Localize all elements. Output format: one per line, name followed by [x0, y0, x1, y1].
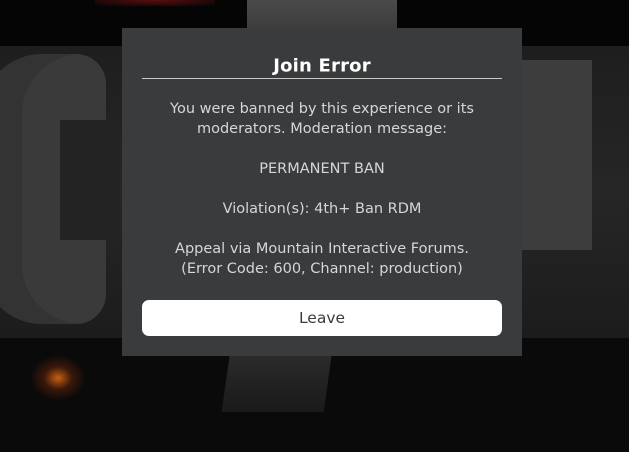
backdrop-sign-letter-cutout	[60, 120, 120, 240]
message-line-violations: Violation(s): 4th+ Ban RDM	[222, 201, 422, 217]
message-spacer	[142, 219, 502, 239]
title-divider	[142, 78, 502, 79]
backdrop-sign-letter-right	[522, 60, 592, 250]
message-line-appeal: Appeal via Mountain Interactive Forums.	[175, 241, 469, 257]
message-spacer	[142, 139, 502, 159]
backdrop-lamp-glow	[30, 355, 86, 401]
join-error-dialog: Join Error You were banned by this exper…	[122, 28, 522, 356]
dialog-title: Join Error	[273, 55, 371, 77]
message-line-error-code: (Error Code: 600, Channel: production)	[181, 261, 463, 277]
error-message: You were banned by this experience or it…	[142, 99, 502, 279]
message-spacer	[142, 179, 502, 199]
message-line-ban-type: PERMANENT BAN	[259, 161, 385, 177]
message-line-moderation-label: moderators. Moderation message:	[196, 121, 448, 137]
message-line-ban-notice: You were banned by this experience or it…	[170, 101, 474, 117]
backdrop-red-glow	[95, 0, 215, 6]
backdrop-post	[221, 350, 333, 412]
leave-button[interactable]: Leave	[142, 300, 502, 336]
